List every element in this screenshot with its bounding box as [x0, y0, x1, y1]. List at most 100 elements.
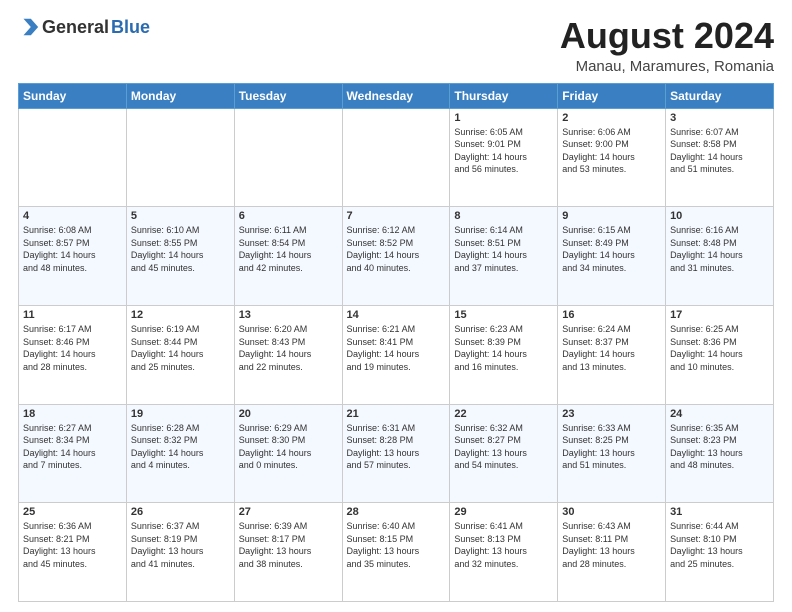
day-cell: 14Sunrise: 6:21 AM Sunset: 8:41 PM Dayli… — [342, 305, 450, 404]
location: Manau, Maramures, Romania — [560, 58, 774, 75]
day-number: 9 — [562, 210, 661, 222]
day-number: 11 — [23, 309, 122, 321]
day-number: 31 — [670, 506, 769, 518]
day-cell: 16 Sunrise: 6:24 AM Sunset: 8:37 PM Dayli… — [558, 305, 666, 404]
day-info: Sunrise: 6:20 AM Sunset: 8:43 PM Dayligh… — [239, 323, 338, 373]
day-info: Sunrise: 6:43 AM Sunset: 8:11 PM Dayligh… — [562, 520, 661, 570]
day-info: Sunrise: 6:39 AM Sunset: 8:17 PM Dayligh… — [239, 520, 338, 570]
day-info: Sunrise: 6:10 AM Sunset: 8:55 PM Dayligh… — [131, 224, 230, 274]
day-cell: 28 Sunrise: 6:40 AM Sunset: 8:15 PM Dayli… — [342, 503, 450, 602]
day-cell: 3 Sunrise: 6:07 AM Sunset: 8:58 PM Daylig… — [666, 108, 774, 207]
day-info: Sunrise: 6:44 AM Sunset: 8:10 PM Dayligh… — [670, 520, 769, 570]
day-cell: 2 Sunrise: 6:06 AM Sunset: 9:00 PM Daylig… — [558, 108, 666, 207]
day-cell — [19, 108, 127, 207]
day-cell — [126, 108, 234, 207]
day-number: 20 — [239, 408, 338, 420]
day-number: 2 — [562, 112, 661, 124]
weekday-header-thursday: Thursday — [450, 83, 558, 108]
weekday-header-tuesday: Tuesday — [234, 83, 342, 108]
day-cell: 7Sunrise: 6:12 AM Sunset: 8:52 PM Daylig… — [342, 207, 450, 306]
day-cell: 23 Sunrise: 6:33 AM Sunset: 8:25 PM Dayli… — [558, 404, 666, 503]
day-info: Sunrise: 6:29 AM Sunset: 8:30 PM Dayligh… — [239, 422, 338, 472]
weekday-header-row: SundayMondayTuesdayWednesdayThursdayFrid… — [19, 83, 774, 108]
day-cell: 30Sunrise: 6:43 AM Sunset: 8:11 PM Dayli… — [558, 503, 666, 602]
day-cell: 12Sunrise: 6:19 AM Sunset: 8:44 PM Dayli… — [126, 305, 234, 404]
week-row-1: 1 Sunrise: 6:05 AM Sunset: 9:01 PM Daylig… — [19, 108, 774, 207]
weekday-header-saturday: Saturday — [666, 83, 774, 108]
header: General Blue August 2024 Manau, Maramure… — [18, 16, 774, 75]
day-cell — [342, 108, 450, 207]
day-info: Sunrise: 6:16 AM Sunset: 8:48 PM Dayligh… — [670, 224, 769, 274]
day-cell: 17 Sunrise: 6:25 AM Sunset: 8:36 PM Dayli… — [666, 305, 774, 404]
day-number: 5 — [131, 210, 230, 222]
day-number: 21 — [347, 408, 446, 420]
day-number: 1 — [454, 112, 553, 124]
day-cell: 22 Sunrise: 6:32 AM Sunset: 8:27 PM Dayli… — [450, 404, 558, 503]
day-info: Sunrise: 6:15 AM Sunset: 8:49 PM Dayligh… — [562, 224, 661, 274]
page: General Blue August 2024 Manau, Maramure… — [0, 0, 792, 612]
week-row-3: 11 Sunrise: 6:17 AM Sunset: 8:46 PM Dayli… — [19, 305, 774, 404]
logo-icon — [18, 16, 40, 38]
day-cell: 18 Sunrise: 6:27 AM Sunset: 8:34 PM Dayli… — [19, 404, 127, 503]
day-cell: 21 Sunrise: 6:31 AM Sunset: 8:28 PM Dayli… — [342, 404, 450, 503]
day-cell: 29 Sunrise: 6:41 AM Sunset: 8:13 PM Dayli… — [450, 503, 558, 602]
day-info: Sunrise: 6:05 AM Sunset: 9:01 PM Dayligh… — [454, 126, 553, 176]
day-info: Sunrise: 6:27 AM Sunset: 8:34 PM Dayligh… — [23, 422, 122, 472]
day-number: 8 — [454, 210, 553, 222]
day-info: Sunrise: 6:08 AM Sunset: 8:57 PM Dayligh… — [23, 224, 122, 274]
day-cell: 25 Sunrise: 6:36 AM Sunset: 8:21 PM Dayli… — [19, 503, 127, 602]
title-area: August 2024 Manau, Maramures, Romania — [560, 16, 774, 75]
day-cell: 24Sunrise: 6:35 AM Sunset: 8:23 PM Dayli… — [666, 404, 774, 503]
day-number: 19 — [131, 408, 230, 420]
logo-general: General — [42, 17, 109, 38]
calendar: SundayMondayTuesdayWednesdayThursdayFrid… — [18, 83, 774, 602]
day-number: 22 — [454, 408, 553, 420]
day-number: 3 — [670, 112, 769, 124]
day-info: Sunrise: 6:33 AM Sunset: 8:25 PM Dayligh… — [562, 422, 661, 472]
day-info: Sunrise: 6:21 AM Sunset: 8:41 PM Dayligh… — [347, 323, 446, 373]
week-row-4: 18 Sunrise: 6:27 AM Sunset: 8:34 PM Dayli… — [19, 404, 774, 503]
day-number: 26 — [131, 506, 230, 518]
day-info: Sunrise: 6:19 AM Sunset: 8:44 PM Dayligh… — [131, 323, 230, 373]
logo: General Blue — [18, 16, 150, 38]
logo-blue: Blue — [111, 17, 150, 38]
day-cell: 13 Sunrise: 6:20 AM Sunset: 8:43 PM Dayli… — [234, 305, 342, 404]
day-cell: 9 Sunrise: 6:15 AM Sunset: 8:49 PM Daylig… — [558, 207, 666, 306]
day-info: Sunrise: 6:40 AM Sunset: 8:15 PM Dayligh… — [347, 520, 446, 570]
day-number: 16 — [562, 309, 661, 321]
day-cell: 20 Sunrise: 6:29 AM Sunset: 8:30 PM Dayli… — [234, 404, 342, 503]
day-cell: 19 Sunrise: 6:28 AM Sunset: 8:32 PM Dayli… — [126, 404, 234, 503]
day-info: Sunrise: 6:41 AM Sunset: 8:13 PM Dayligh… — [454, 520, 553, 570]
day-number: 18 — [23, 408, 122, 420]
day-info: Sunrise: 6:07 AM Sunset: 8:58 PM Dayligh… — [670, 126, 769, 176]
day-number: 15 — [454, 309, 553, 321]
day-cell: 1 Sunrise: 6:05 AM Sunset: 9:01 PM Daylig… — [450, 108, 558, 207]
weekday-header-monday: Monday — [126, 83, 234, 108]
day-info: Sunrise: 6:25 AM Sunset: 8:36 PM Dayligh… — [670, 323, 769, 373]
day-info: Sunrise: 6:06 AM Sunset: 9:00 PM Dayligh… — [562, 126, 661, 176]
day-cell: 8Sunrise: 6:14 AM Sunset: 8:51 PM Daylig… — [450, 207, 558, 306]
day-number: 4 — [23, 210, 122, 222]
day-info: Sunrise: 6:36 AM Sunset: 8:21 PM Dayligh… — [23, 520, 122, 570]
day-cell: 31 Sunrise: 6:44 AM Sunset: 8:10 PM Dayli… — [666, 503, 774, 602]
day-info: Sunrise: 6:32 AM Sunset: 8:27 PM Dayligh… — [454, 422, 553, 472]
weekday-header-sunday: Sunday — [19, 83, 127, 108]
weekday-header-friday: Friday — [558, 83, 666, 108]
day-cell: 11 Sunrise: 6:17 AM Sunset: 8:46 PM Dayli… — [19, 305, 127, 404]
day-number: 27 — [239, 506, 338, 518]
day-number: 17 — [670, 309, 769, 321]
day-number: 25 — [23, 506, 122, 518]
day-number: 29 — [454, 506, 553, 518]
day-number: 23 — [562, 408, 661, 420]
day-info: Sunrise: 6:37 AM Sunset: 8:19 PM Dayligh… — [131, 520, 230, 570]
month-title: August 2024 — [560, 16, 774, 56]
day-number: 28 — [347, 506, 446, 518]
day-info: Sunrise: 6:23 AM Sunset: 8:39 PM Dayligh… — [454, 323, 553, 373]
day-number: 6 — [239, 210, 338, 222]
day-number: 13 — [239, 309, 338, 321]
day-number: 24 — [670, 408, 769, 420]
day-info: Sunrise: 6:17 AM Sunset: 8:46 PM Dayligh… — [23, 323, 122, 373]
day-info: Sunrise: 6:24 AM Sunset: 8:37 PM Dayligh… — [562, 323, 661, 373]
day-info: Sunrise: 6:28 AM Sunset: 8:32 PM Dayligh… — [131, 422, 230, 472]
day-info: Sunrise: 6:31 AM Sunset: 8:28 PM Dayligh… — [347, 422, 446, 472]
